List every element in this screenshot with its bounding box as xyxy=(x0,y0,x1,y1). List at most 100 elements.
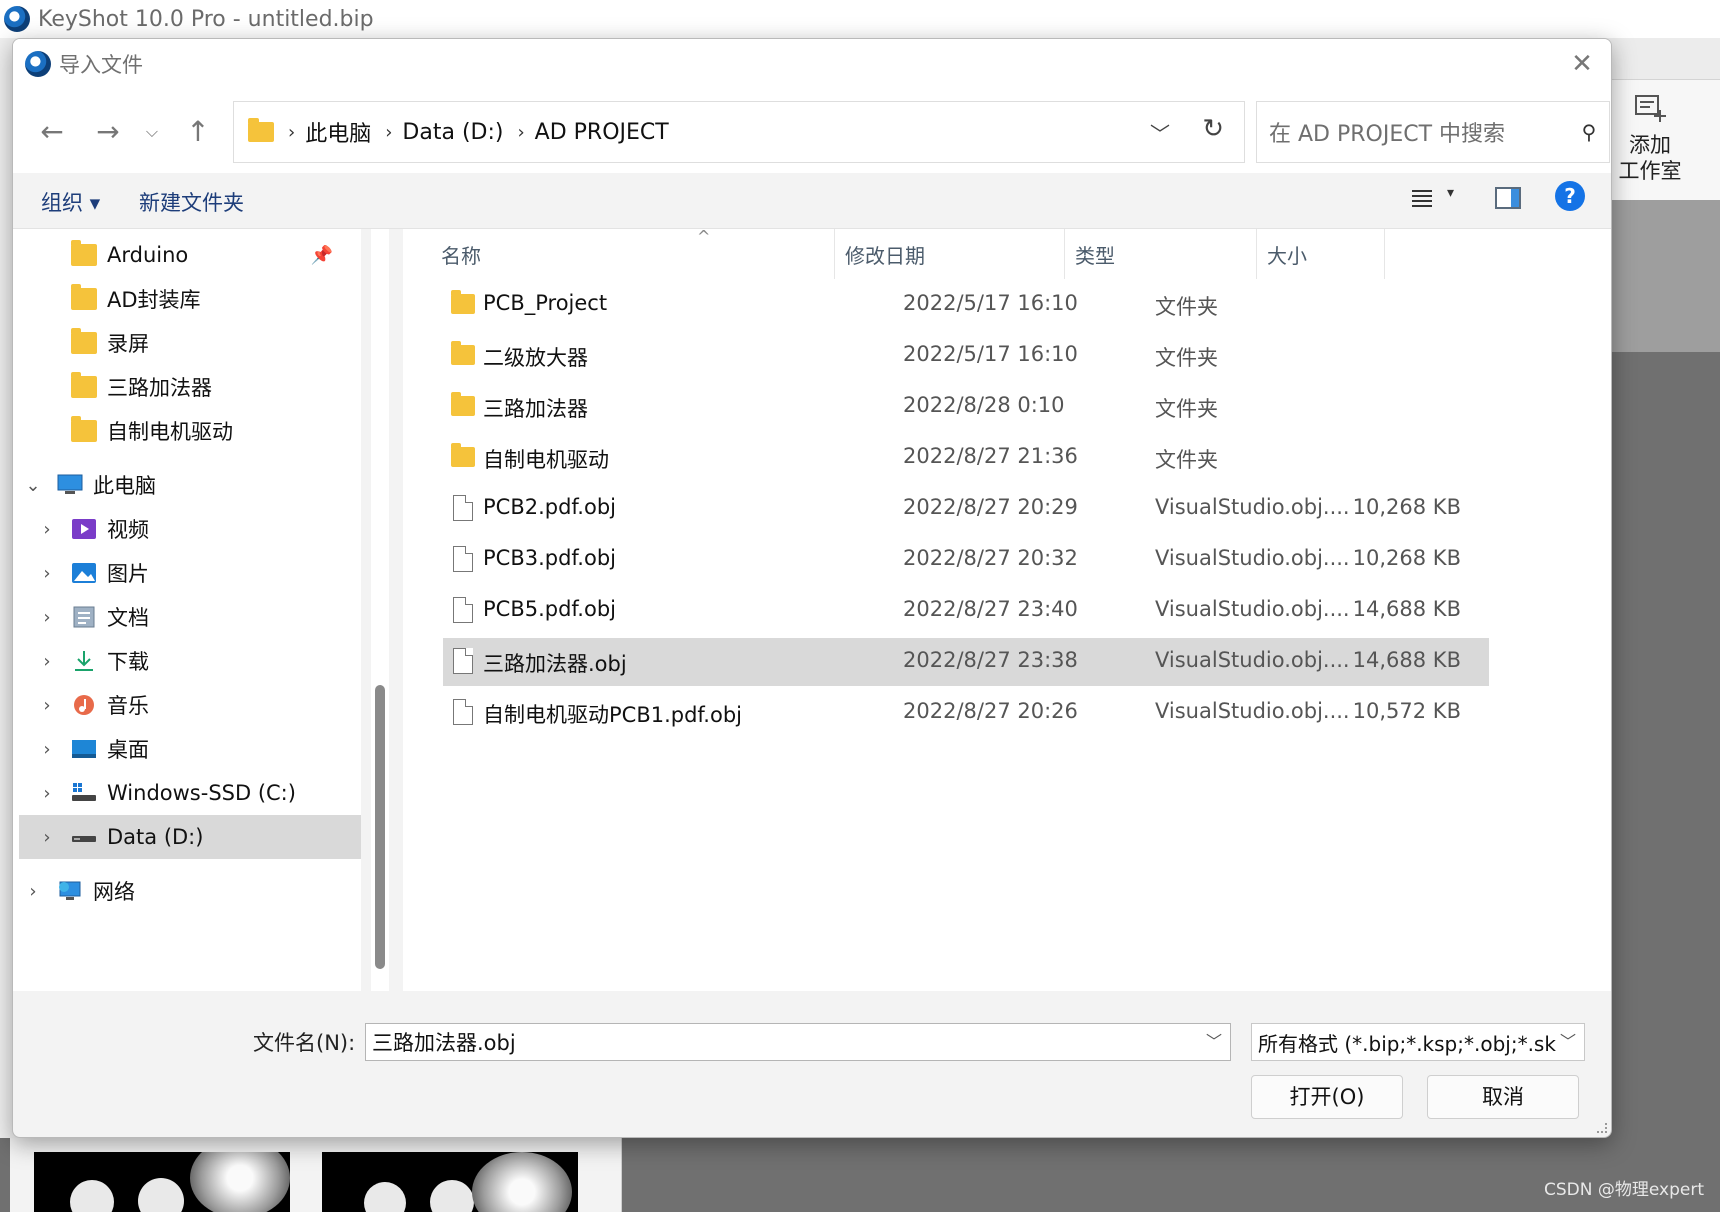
command-bar: 组织 ▾ 新建文件夹 ▾ ? xyxy=(13,173,1611,229)
column-header-label: 修改日期 xyxy=(845,243,925,268)
material-thumbnail[interactable] xyxy=(34,1152,290,1212)
nav-item-network[interactable]: › 网络 xyxy=(17,869,361,913)
file-icon xyxy=(453,495,473,521)
address-bar[interactable]: › 此电脑 › Data (D:) › AD PROJECT ﹀ ↻ xyxy=(233,101,1245,163)
chevron-right-icon[interactable]: › xyxy=(37,519,57,540)
file-date: 2022/8/27 20:29 xyxy=(903,495,1078,519)
file-row[interactable]: 二级放大器 2022/5/17 16:10 文件夹 xyxy=(443,332,1489,380)
open-button[interactable]: 打开(O) xyxy=(1251,1075,1403,1119)
file-row[interactable]: 自制电机驱动PCB1.pdf.obj 2022/8/27 20:26 Visua… xyxy=(443,689,1489,737)
breadcrumb-ad-project[interactable]: AD PROJECT xyxy=(535,120,669,145)
column-header-date[interactable]: 修改日期 xyxy=(835,229,1065,279)
file-date: 2022/8/27 21:36 xyxy=(903,444,1078,468)
chevron-right-icon[interactable]: › xyxy=(37,607,57,628)
column-header-name[interactable]: 名称 ^ xyxy=(431,227,835,279)
file-name: PCB3.pdf.obj xyxy=(483,546,616,570)
view-dropdown-icon[interactable]: ▾ xyxy=(1447,185,1454,201)
view-options-icon[interactable] xyxy=(1411,187,1433,209)
breadcrumb-data-drive[interactable]: Data (D:) xyxy=(402,120,503,145)
nav-item-motor-driver[interactable]: 自制电机驱动 xyxy=(17,409,361,453)
chevron-right-icon[interactable]: › xyxy=(37,739,57,760)
back-arrow-icon[interactable]: ← xyxy=(35,115,69,149)
nav-item-screen-recording[interactable]: 录屏 xyxy=(17,321,361,365)
refresh-icon[interactable]: ↻ xyxy=(1202,114,1224,144)
network-icon xyxy=(59,881,81,900)
resize-grip-icon[interactable] xyxy=(1597,1123,1607,1133)
nav-item-pictures[interactable]: › 图片 xyxy=(17,551,361,595)
chevron-down-icon[interactable]: ﹀ xyxy=(1560,1028,1576,1052)
chevron-down-icon[interactable]: ⌄ xyxy=(23,475,43,496)
file-row[interactable]: PCB5.pdf.obj 2022/8/27 23:40 VisualStudi… xyxy=(443,587,1489,635)
address-dropdown-chevron-icon[interactable]: ﹀ xyxy=(1150,118,1170,147)
chevron-right-icon[interactable]: › xyxy=(37,563,57,584)
nav-item-arduino[interactable]: Arduino 📌 xyxy=(17,233,361,277)
file-date: 2022/8/27 20:32 xyxy=(903,546,1078,570)
app-titlebar: KeyShot 10.0 Pro - untitled.bip xyxy=(0,0,1720,38)
add-studio-button[interactable]: 添加 工作室 xyxy=(1610,90,1690,184)
folder-icon xyxy=(71,284,97,310)
file-type: 文件夹 xyxy=(1155,397,1218,421)
video-icon xyxy=(72,519,96,539)
file-row[interactable]: PCB3.pdf.obj 2022/8/27 20:32 VisualStudi… xyxy=(443,536,1489,584)
search-icon[interactable]: ⚲ xyxy=(1569,120,1609,144)
folder-icon xyxy=(451,290,475,314)
folder-icon xyxy=(451,392,475,416)
help-icon[interactable]: ? xyxy=(1555,181,1585,211)
nav-item-videos[interactable]: › 视频 xyxy=(17,507,361,551)
file-type: VisualStudio.obj.... xyxy=(1155,597,1350,621)
file-type-filter-select[interactable]: 所有格式 (*.bip;*.ksp;*.obj;*.sk ﹀ xyxy=(1251,1023,1585,1061)
nav-item-label: Windows-SSD (C:) xyxy=(107,781,296,805)
nav-item-this-pc[interactable]: ⌄ 此电脑 xyxy=(17,463,361,507)
nav-item-ad-library[interactable]: AD封装库 xyxy=(17,277,361,321)
cancel-button[interactable]: 取消 xyxy=(1427,1075,1579,1119)
organize-menu[interactable]: 组织 ▾ xyxy=(41,187,100,217)
search-input[interactable]: 在 AD PROJECT 中搜索 ⚲ xyxy=(1256,101,1610,163)
breadcrumb-separator-icon: › xyxy=(385,121,393,143)
file-row[interactable]: 三路加法器 2022/8/28 0:10 文件夹 xyxy=(443,383,1489,431)
breadcrumb-this-pc[interactable]: 此电脑 xyxy=(305,116,371,148)
pin-icon[interactable]: 📌 xyxy=(311,245,333,266)
preview-pane-icon[interactable] xyxy=(1495,187,1521,209)
filename-input[interactable]: 三路加法器.obj ﹀ xyxy=(365,1023,1231,1061)
chevron-right-icon[interactable]: › xyxy=(37,651,57,672)
chevron-right-icon[interactable]: › xyxy=(37,827,57,848)
file-row-selected[interactable]: 三路加法器.obj 2022/8/27 23:38 VisualStudio.o… xyxy=(443,638,1489,686)
file-type: 文件夹 xyxy=(1155,346,1218,370)
chevron-right-icon[interactable]: › xyxy=(37,783,57,804)
recent-locations-chevron-icon[interactable]: ⌵ xyxy=(135,115,169,149)
nav-item-label: Data (D:) xyxy=(107,825,204,849)
nav-pane-scrollbar[interactable] xyxy=(371,229,389,991)
file-size: 10,572 KB xyxy=(1352,699,1461,723)
material-thumbnail[interactable] xyxy=(322,1152,578,1212)
new-folder-button[interactable]: 新建文件夹 xyxy=(139,187,244,217)
nav-item-desktop[interactable]: › 桌面 xyxy=(17,727,361,771)
file-size: 10,268 KB xyxy=(1352,495,1461,519)
column-header-size[interactable]: 大小 xyxy=(1257,229,1385,279)
file-row[interactable]: PCB2.pdf.obj 2022/8/27 20:29 VisualStudi… xyxy=(443,485,1489,533)
forward-arrow-icon[interactable]: → xyxy=(91,115,125,149)
file-row[interactable]: PCB_Project 2022/5/17 16:10 文件夹 xyxy=(443,281,1489,329)
chevron-down-icon[interactable]: ﹀ xyxy=(1206,1028,1222,1052)
nav-item-music[interactable]: › 音乐 xyxy=(17,683,361,727)
nav-item-label: 视频 xyxy=(107,518,149,542)
nav-item-label: 桌面 xyxy=(107,738,149,762)
close-icon[interactable]: ✕ xyxy=(1567,49,1597,79)
nav-item-three-way-adder[interactable]: 三路加法器 xyxy=(17,365,361,409)
column-header-type[interactable]: 类型 xyxy=(1065,229,1257,279)
nav-item-documents[interactable]: › 文档 xyxy=(17,595,361,639)
file-name: 三路加法器 xyxy=(483,397,588,421)
chevron-right-icon[interactable]: › xyxy=(23,881,43,902)
chevron-right-icon[interactable]: › xyxy=(37,695,57,716)
nav-item-windows-ssd[interactable]: › Windows-SSD (C:) xyxy=(17,771,361,815)
nav-item-data-drive[interactable]: › Data (D:) xyxy=(19,815,361,859)
scrollbar-thumb[interactable] xyxy=(375,685,385,969)
up-arrow-icon[interactable]: ↑ xyxy=(181,115,215,149)
nav-item-downloads[interactable]: › 下载 xyxy=(17,639,361,683)
nav-item-label: 音乐 xyxy=(107,694,149,718)
file-date: 2022/5/17 16:10 xyxy=(903,291,1078,315)
file-row[interactable]: 自制电机驱动 2022/8/27 21:36 文件夹 xyxy=(443,434,1489,482)
filename-label: 文件名(N): xyxy=(253,1031,356,1055)
import-file-dialog: 导入文件 ✕ ← → ⌵ ↑ › 此电脑 › Data (D:) › AD PR… xyxy=(12,38,1612,1138)
add-studio-label-2: 工作室 xyxy=(1618,159,1682,183)
navigation-row: ← → ⌵ ↑ › 此电脑 › Data (D:) › AD PROJECT ﹀… xyxy=(13,89,1611,173)
